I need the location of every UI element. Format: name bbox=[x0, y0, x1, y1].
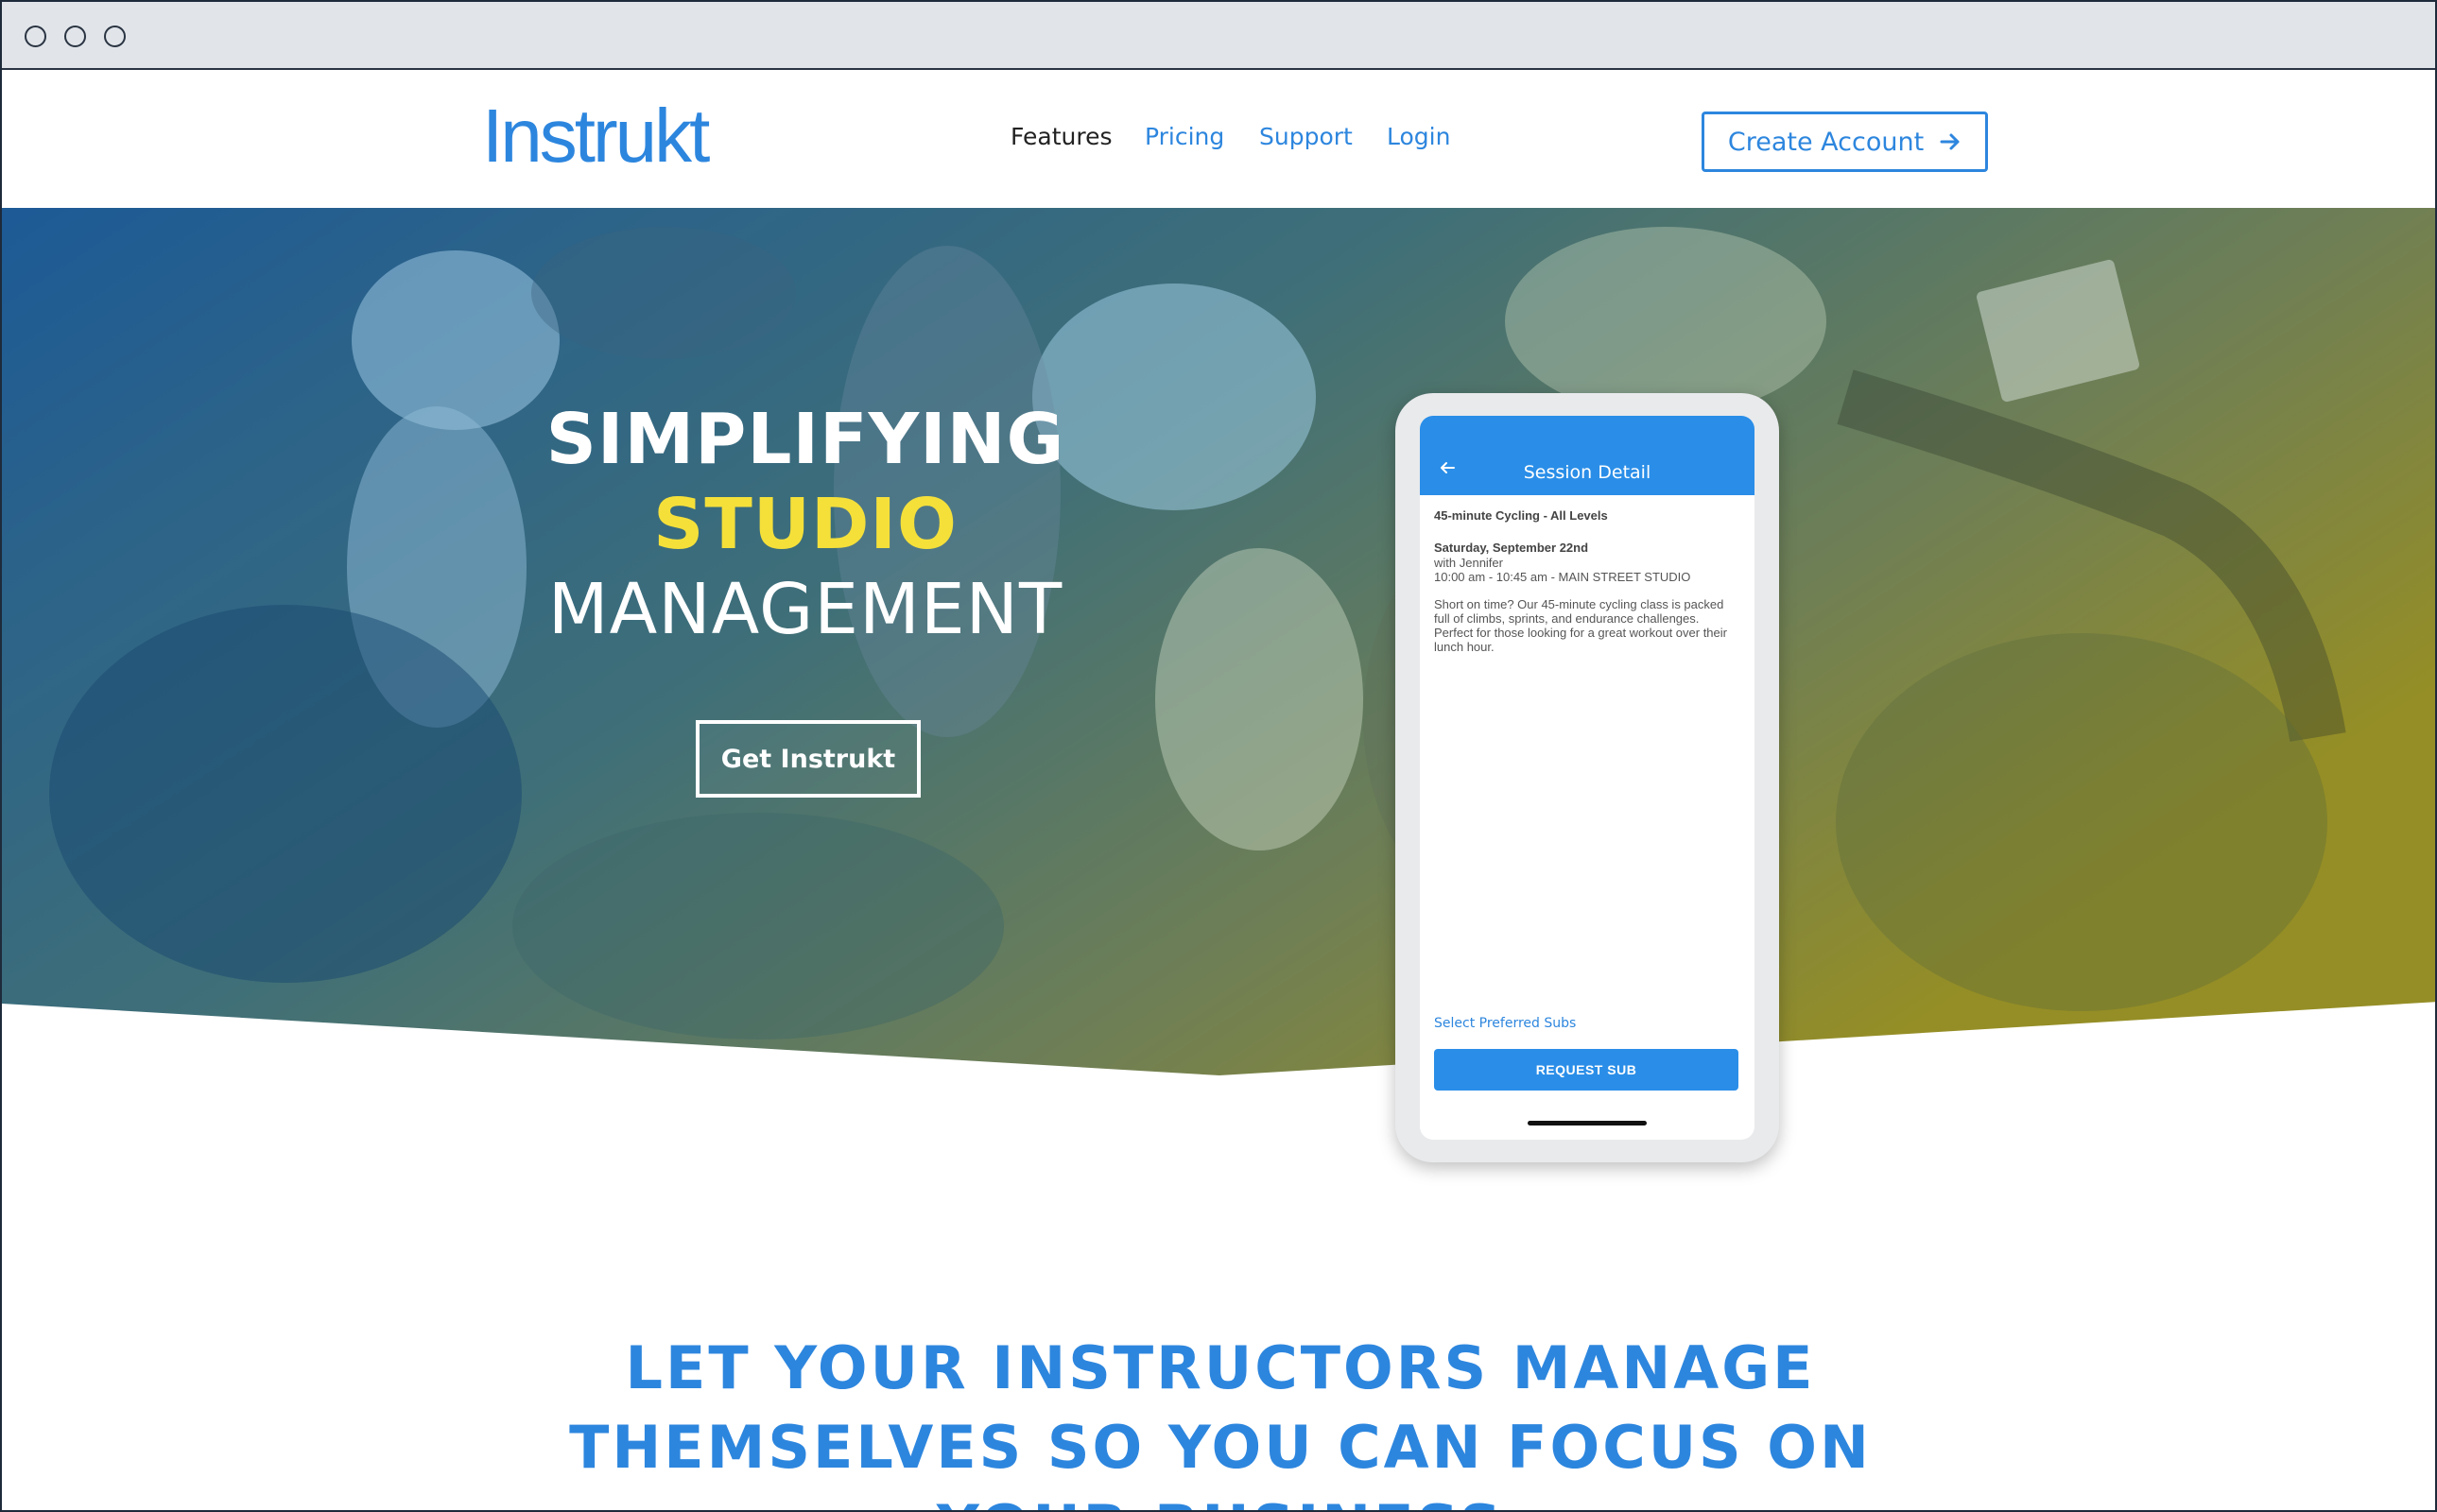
window-close-button[interactable] bbox=[25, 26, 46, 47]
request-sub-button[interactable]: REQUEST SUB bbox=[1434, 1049, 1738, 1091]
session-description: Short on time? Our 45-minute cycling cla… bbox=[1434, 597, 1727, 654]
headline-line-1: SIMPLIFYING bbox=[545, 399, 1065, 480]
site-navbar: Instrukt Features Pricing Support Login … bbox=[2, 72, 2435, 208]
session-detail-title: Session Detail bbox=[1523, 462, 1651, 483]
hero-headline: SIMPLIFYING STUDIO MANAGEMENT bbox=[475, 397, 1136, 652]
nav-link-login[interactable]: Login bbox=[1387, 125, 1450, 148]
hero-section: SIMPLIFYING STUDIO MANAGEMENT Get Instru… bbox=[2, 208, 2435, 1077]
nav-link-support[interactable]: Support bbox=[1259, 125, 1353, 148]
hero-background-image bbox=[2, 208, 2435, 1075]
phone-mockup: Session Detail 45-minute Cycling - All L… bbox=[1395, 393, 1779, 1162]
browser-titlebar bbox=[2, 2, 2435, 70]
arrow-right-icon bbox=[1940, 133, 1960, 150]
class-name: 45-minute Cycling - All Levels bbox=[1434, 508, 1608, 523]
headline-line-2: STUDIO bbox=[653, 484, 958, 565]
session-date: Saturday, September 22nd bbox=[1434, 541, 1589, 555]
create-account-label: Create Account bbox=[1727, 127, 1925, 157]
window-maximize-button[interactable] bbox=[104, 26, 126, 47]
phone-screen: Session Detail 45-minute Cycling - All L… bbox=[1420, 416, 1754, 1140]
create-account-button[interactable]: Create Account bbox=[1702, 112, 1988, 172]
nav-link-pricing[interactable]: Pricing bbox=[1145, 125, 1224, 148]
browser-window: Instrukt Features Pricing Support Login … bbox=[0, 0, 2437, 1512]
phone-home-indicator bbox=[1528, 1121, 1647, 1125]
site-logo[interactable]: Instrukt bbox=[482, 98, 710, 174]
get-instrukt-button[interactable]: Get Instrukt bbox=[696, 720, 921, 798]
session-detail-header: Session Detail bbox=[1420, 416, 1754, 495]
session-instructor: with Jennifer bbox=[1434, 556, 1503, 570]
window-minimize-button[interactable] bbox=[64, 26, 86, 47]
headline-line-3: MANAGEMENT bbox=[547, 569, 1063, 650]
section-heading: LET YOUR INSTRUCTORS MANAGE THEMSELVES S… bbox=[569, 1333, 1872, 1510]
select-preferred-subs-link[interactable]: Select Preferred Subs bbox=[1434, 1016, 1576, 1031]
session-time-location: 10:00 am - 10:45 am - MAIN STREET STUDIO bbox=[1434, 570, 1691, 584]
nav-link-features[interactable]: Features bbox=[1011, 125, 1113, 148]
